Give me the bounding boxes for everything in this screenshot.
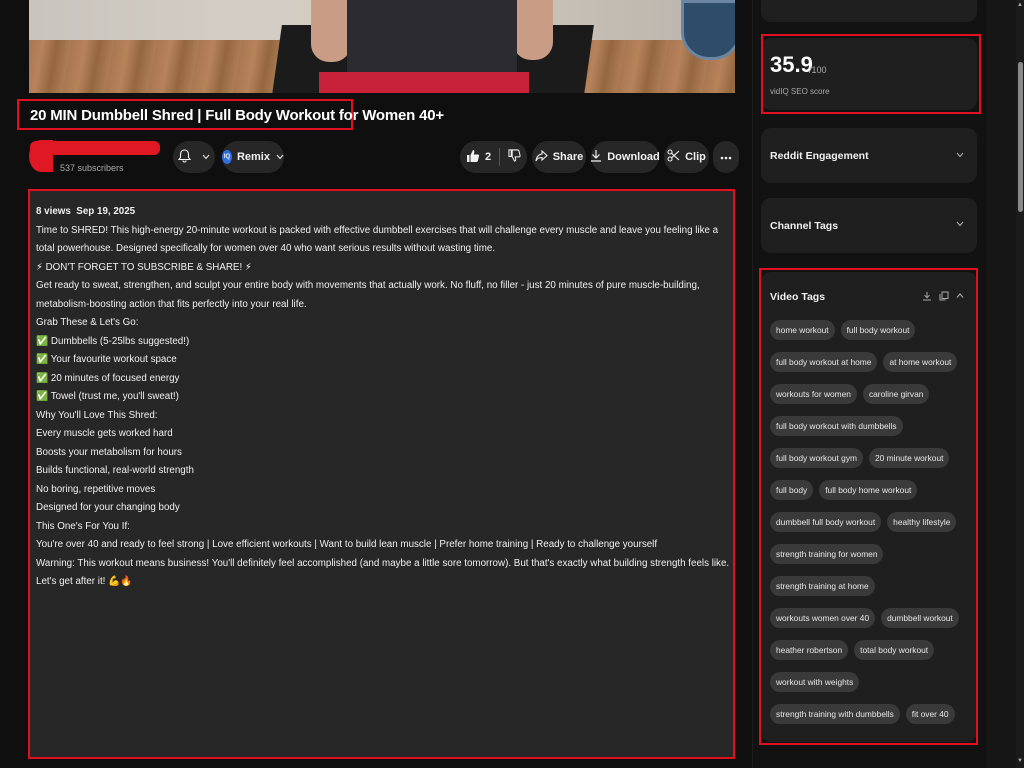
video-arm-right (513, 0, 553, 60)
tag-chip[interactable]: workouts for women (770, 384, 857, 404)
scroll-down-arrow-icon[interactable]: ▼ (1017, 758, 1023, 764)
chevron-down-icon (276, 152, 284, 162)
download-icon (590, 149, 602, 165)
description-line: Grab These & Let's Go: (36, 317, 139, 328)
tag-chip[interactable]: full body workout at home (770, 352, 878, 372)
bell-icon (177, 148, 192, 166)
subscriber-count: 537 subscribers (60, 163, 124, 173)
vidiq-icon: IQ (222, 150, 232, 164)
description-line: Designed for your changing body (36, 502, 180, 513)
tag-chip[interactable]: 20 minute workout (869, 448, 950, 468)
clip-button[interactable]: Clip (664, 141, 709, 173)
description-line: Builds functional, real-world strength (36, 465, 194, 476)
remix-label: Remix (236, 151, 270, 163)
thumbs-up-icon[interactable] (466, 149, 480, 166)
scissors-icon (667, 149, 680, 165)
chevron-down-icon (202, 152, 210, 162)
video-player[interactable] (29, 0, 735, 93)
description-line: ⚡ DON'T FORGET TO SUBSCRIBE & SHARE! ⚡ (36, 261, 252, 273)
description-line: ✅ Towel (trust me, you'll sweat!) (36, 391, 179, 402)
more-actions-button[interactable] (713, 141, 739, 173)
video-arm-left (311, 0, 351, 62)
tag-chip[interactable]: heather robertson (770, 640, 849, 660)
tag-chip[interactable]: at home workout (883, 352, 958, 372)
description-line: Warning: This workout means business! Yo… (36, 557, 730, 569)
description-line: Let's get after it! 💪🔥 (36, 576, 133, 587)
video-tags-title: Video Tags (770, 291, 826, 303)
description-line: Time to SHRED! This high-energy 20-minut… (36, 224, 721, 255)
clip-label: Clip (685, 151, 706, 163)
tag-chip[interactable]: fit over 40 (905, 704, 955, 724)
video-tags-list: home workout full body workout full body… (770, 320, 970, 724)
description-line: ✅ Dumbbells (5-25lbs suggested!) (36, 335, 190, 347)
tag-chip[interactable]: caroline girvan (862, 384, 930, 404)
description-line: Every muscle gets worked hard (36, 428, 173, 439)
tag-chip[interactable]: full body workout gym (770, 448, 863, 468)
tag-chip[interactable]: dumbbell workout (881, 608, 959, 628)
tag-chip[interactable]: workout with weights (770, 672, 860, 692)
notification-bell-button[interactable] (173, 141, 215, 173)
description-line: Boosts your metabolism for hours (36, 446, 182, 458)
share-icon (535, 149, 548, 165)
seo-score-max: /100 (809, 65, 827, 75)
view-count-date: 8 views Sep 19, 2025 (36, 206, 136, 217)
chevron-down-icon[interactable] (956, 219, 964, 229)
description-line: This One's For You If: (36, 520, 130, 532)
channel-tags-title: Channel Tags (770, 220, 839, 232)
remix-button[interactable]: IQ Remix (222, 141, 284, 173)
description-line: No boring, repetitive moves (36, 483, 156, 495)
tag-chip[interactable]: workouts women over 40 (770, 608, 876, 628)
tag-chip[interactable]: strength training at home (770, 576, 875, 596)
download-button[interactable]: Download (590, 141, 660, 173)
like-dislike-group[interactable]: 2 (460, 141, 527, 173)
chevron-down-icon[interactable] (956, 150, 964, 160)
description-text: 8 views Sep 19, 2025 Time to SHRED! This… (36, 203, 730, 592)
tag-chip[interactable]: full body home workout (819, 480, 918, 500)
description-line: ✅ 20 minutes of focused energy (36, 372, 180, 384)
tag-chip[interactable]: home workout (770, 320, 835, 340)
like-divider (499, 148, 501, 166)
seo-score-value: 35.9 (770, 52, 813, 77)
description-line: Get ready to sweat, strengthen, and scul… (36, 280, 703, 310)
download-icon[interactable] (922, 291, 932, 304)
download-label: Download (607, 151, 660, 163)
more-icon (720, 151, 732, 163)
chevron-up-icon[interactable] (956, 291, 964, 302)
scrollbar-thumb[interactable] (1018, 62, 1023, 212)
share-button[interactable]: Share (532, 141, 586, 173)
share-label: Share (552, 151, 584, 163)
description-line: Why You'll Love This Shred: (36, 409, 158, 421)
tag-chip[interactable]: strength training with dumbbells (770, 704, 900, 724)
description-line: You're over 40 and ready to feel strong … (36, 539, 658, 550)
reddit-engagement-title: Reddit Engagement (770, 150, 869, 162)
avatar[interactable] (29, 140, 53, 172)
video-title: 20 MIN Dumbbell Shred | Full Body Workou… (30, 107, 444, 124)
tag-chip[interactable]: strength training for women (770, 544, 884, 564)
tag-chip[interactable]: full body (770, 480, 814, 500)
tag-chip[interactable]: healthy lifestyle (887, 512, 957, 532)
description-line: ✅ Your favourite workout space (36, 354, 177, 365)
scroll-up-arrow-icon[interactable]: ▲ (1017, 2, 1023, 8)
video-red-shorts (319, 72, 529, 93)
tag-chip[interactable]: dumbbell full body workout (770, 512, 882, 532)
thumbs-down-icon[interactable] (508, 149, 521, 165)
copy-icon[interactable] (939, 291, 949, 304)
tag-chip[interactable]: total body workout (854, 640, 935, 660)
seo-score-label: vidIQ SEO score (770, 87, 830, 96)
tag-chip[interactable]: full body workout (840, 320, 916, 340)
tag-chip[interactable]: full body workout with dumbbells (770, 416, 903, 436)
sidebar-top-card (761, 0, 977, 22)
video-drum (681, 0, 735, 60)
like-count: 2 (484, 151, 492, 163)
